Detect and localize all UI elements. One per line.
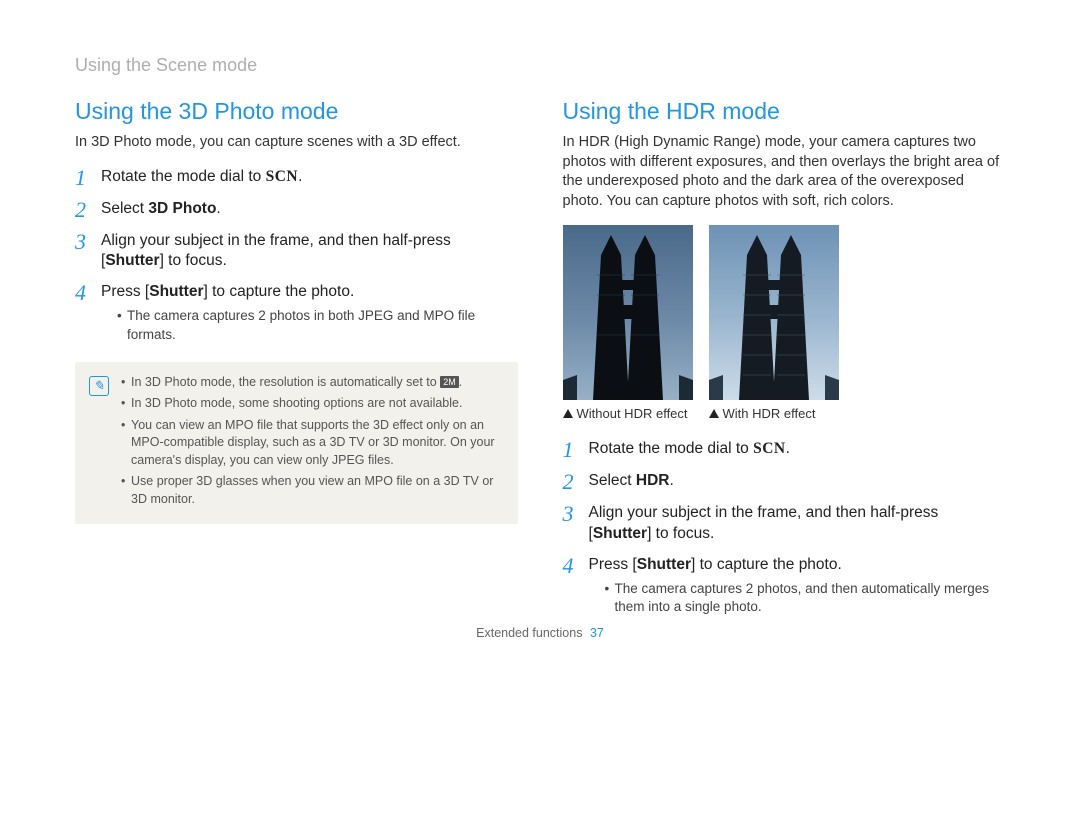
step-4: 4 Press [Shutter] to capture the photo. … [75,282,518,345]
text: In 3D Photo mode, the resolution is auto… [131,375,440,389]
step-number: 3 [75,231,101,253]
note-item: You can view an MPO file that supports t… [121,417,500,470]
section-title-3d: Using the 3D Photo mode [75,98,518,125]
footer-section: Extended functions [476,626,582,640]
page-footer: Extended functions 37 [0,626,1080,640]
step-number: 1 [563,439,589,461]
bold-text: HDR [636,472,670,489]
sub-bullet: The camera captures 2 photos in both JPE… [117,307,518,343]
step-text: Press [Shutter] to capture the photo. Th… [101,282,518,345]
step-2: 2 Select HDR. [563,471,1006,493]
step-text: Rotate the mode dial to SCN. [101,167,302,188]
step-number: 2 [75,199,101,221]
step-number: 3 [563,503,589,525]
bold-text: Shutter [637,556,691,573]
note-item: Use proper 3D glasses when you view an M… [121,473,500,508]
step-1: 1 Rotate the mode dial to SCN. [563,439,1006,461]
manual-page: Using the Scene mode Using the 3D Photo … [0,0,1080,668]
text: Press [ [589,556,637,573]
step-text: Select 3D Photo. [101,199,221,220]
intro-hdr: In HDR (High Dynamic Range) mode, your c… [563,133,1006,211]
breadcrumb: Using the Scene mode [75,55,1005,76]
triangle-up-icon [563,409,573,418]
triangle-up-icon [709,409,719,418]
text: . [786,440,790,457]
text: ] to capture the photo. [203,283,354,300]
note-box: ✎ In 3D Photo mode, the resolution is au… [75,362,518,525]
tower-illustration [709,225,839,400]
step-2: 2 Select 3D Photo. [75,199,518,221]
text: ] to focus. [647,525,714,542]
step-text: Align your subject in the frame, and the… [589,503,1006,545]
step-4: 4 Press [Shutter] to capture the photo. … [563,555,1006,618]
intro-3d: In 3D Photo mode, you can capture scenes… [75,133,518,153]
step-text: Select HDR. [589,471,674,492]
text: . [216,200,220,217]
tower-illustration [563,225,693,400]
comparison-photos: Without HDR effect [563,225,1006,423]
note-icon: ✎ [89,376,109,396]
text: . [459,375,462,389]
step-text: Press [Shutter] to capture the photo. Th… [589,555,1006,618]
text: Rotate the mode dial to [101,168,266,185]
text: Press [ [101,283,149,300]
scn-icon: SCN [266,168,299,185]
step-text: Rotate the mode dial to SCN. [589,439,790,460]
note-item: In 3D Photo mode, the resolution is auto… [121,374,500,392]
bold-text: Shutter [105,252,159,269]
left-column: Using the 3D Photo mode In 3D Photo mode… [75,98,518,628]
steps-hdr: 1 Rotate the mode dial to SCN. 2 Select … [563,439,1006,618]
caption: Without HDR effect [563,406,693,423]
sub-bullet: The camera captures 2 photos, and then a… [605,580,1006,616]
bold-text: 3D Photo [148,200,216,217]
text: . [298,168,302,185]
step-number: 4 [563,555,589,577]
step-3: 3 Align your subject in the frame, and t… [75,231,518,273]
text: . [669,472,673,489]
page-number: 37 [590,626,604,640]
sub-bullets: The camera captures 2 photos, and then a… [589,580,1006,616]
step-number: 2 [563,471,589,493]
sub-bullets: The camera captures 2 photos in both JPE… [101,307,518,343]
scn-icon: SCN [753,440,786,457]
step-1: 1 Rotate the mode dial to SCN. [75,167,518,189]
text: ] to capture the photo. [691,556,842,573]
step-text: Align your subject in the frame, and the… [101,231,518,273]
text: Select [101,200,148,217]
step-3: 3 Align your subject in the frame, and t… [563,503,1006,545]
right-column: Using the HDR mode In HDR (High Dynamic … [563,98,1006,628]
step-number: 1 [75,167,101,189]
photo-with-hdr: With HDR effect [709,225,839,423]
caption: With HDR effect [709,406,839,423]
sample-image [709,225,839,400]
photo-without-hdr: Without HDR effect [563,225,693,423]
text: Select [589,472,636,489]
step-number: 4 [75,282,101,304]
steps-3d: 1 Rotate the mode dial to SCN. 2 Select … [75,167,518,346]
text: Rotate the mode dial to [589,440,754,457]
note-list: In 3D Photo mode, the resolution is auto… [121,374,500,513]
caption-text: Without HDR effect [577,406,688,421]
two-column-layout: Using the 3D Photo mode In 3D Photo mode… [75,98,1005,628]
text: ] to focus. [160,252,227,269]
bold-text: Shutter [593,525,647,542]
caption-text: With HDR effect [723,406,816,421]
sample-image [563,225,693,400]
resolution-chip-icon: 2M [440,376,459,388]
section-title-hdr: Using the HDR mode [563,98,1006,125]
note-item: In 3D Photo mode, some shooting options … [121,395,500,413]
bold-text: Shutter [149,283,203,300]
